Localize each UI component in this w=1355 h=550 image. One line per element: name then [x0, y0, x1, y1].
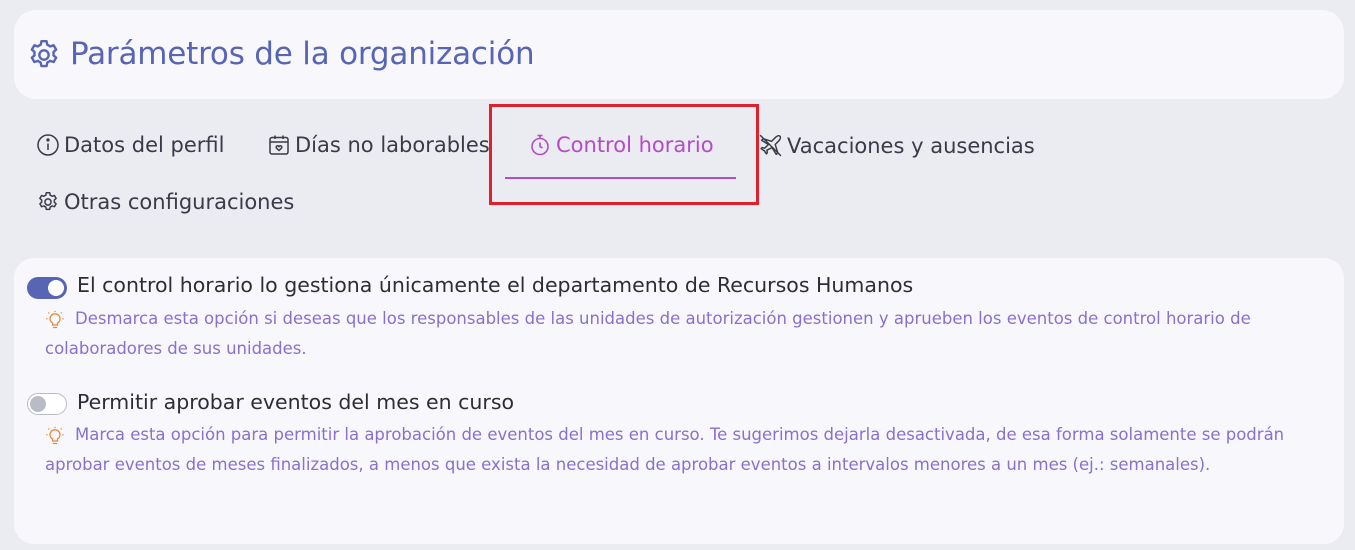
gear-icon	[39, 192, 57, 211]
tab-dias-no-laborables[interactable]: Días no laborables	[267, 133, 490, 157]
highlight-box	[489, 104, 759, 205]
toggle-knob	[48, 280, 64, 296]
option-hint: Marca esta opción para permitir la aprob…	[45, 425, 1285, 474]
tab-otras-configuraciones[interactable]: Otras configuraciones	[36, 190, 294, 214]
tab-datos-del-perfil[interactable]: Datos del perfil	[36, 133, 224, 157]
toggle-knob	[30, 396, 46, 412]
calendar-icon	[269, 135, 289, 155]
option-label: El control horario lo gestiona únicament…	[77, 273, 914, 297]
tab-vacaciones-y-ausencias[interactable]: Vacaciones y ausencias	[758, 133, 1035, 158]
airplane-icon	[759, 134, 782, 157]
rrhh-only-toggle[interactable]	[27, 277, 67, 299]
gear-icon	[30, 40, 58, 68]
info-icon	[37, 134, 59, 156]
current-month-toggle[interactable]	[27, 393, 67, 415]
option-hint: Desmarca esta opción si deseas que los r…	[45, 309, 1251, 358]
page-title: Parámetros de la organización	[70, 36, 535, 72]
tab-label: Días no laborables	[295, 133, 490, 157]
tab-label: Otras configuraciones	[64, 190, 295, 214]
page-header: Parámetros de la organización	[14, 10, 1344, 99]
tab-label: Datos del perfil	[64, 133, 225, 157]
tab-label: Vacaciones y ausencias	[787, 133, 1035, 158]
option-label: Permitir aprobar eventos del mes en curs…	[77, 390, 515, 414]
